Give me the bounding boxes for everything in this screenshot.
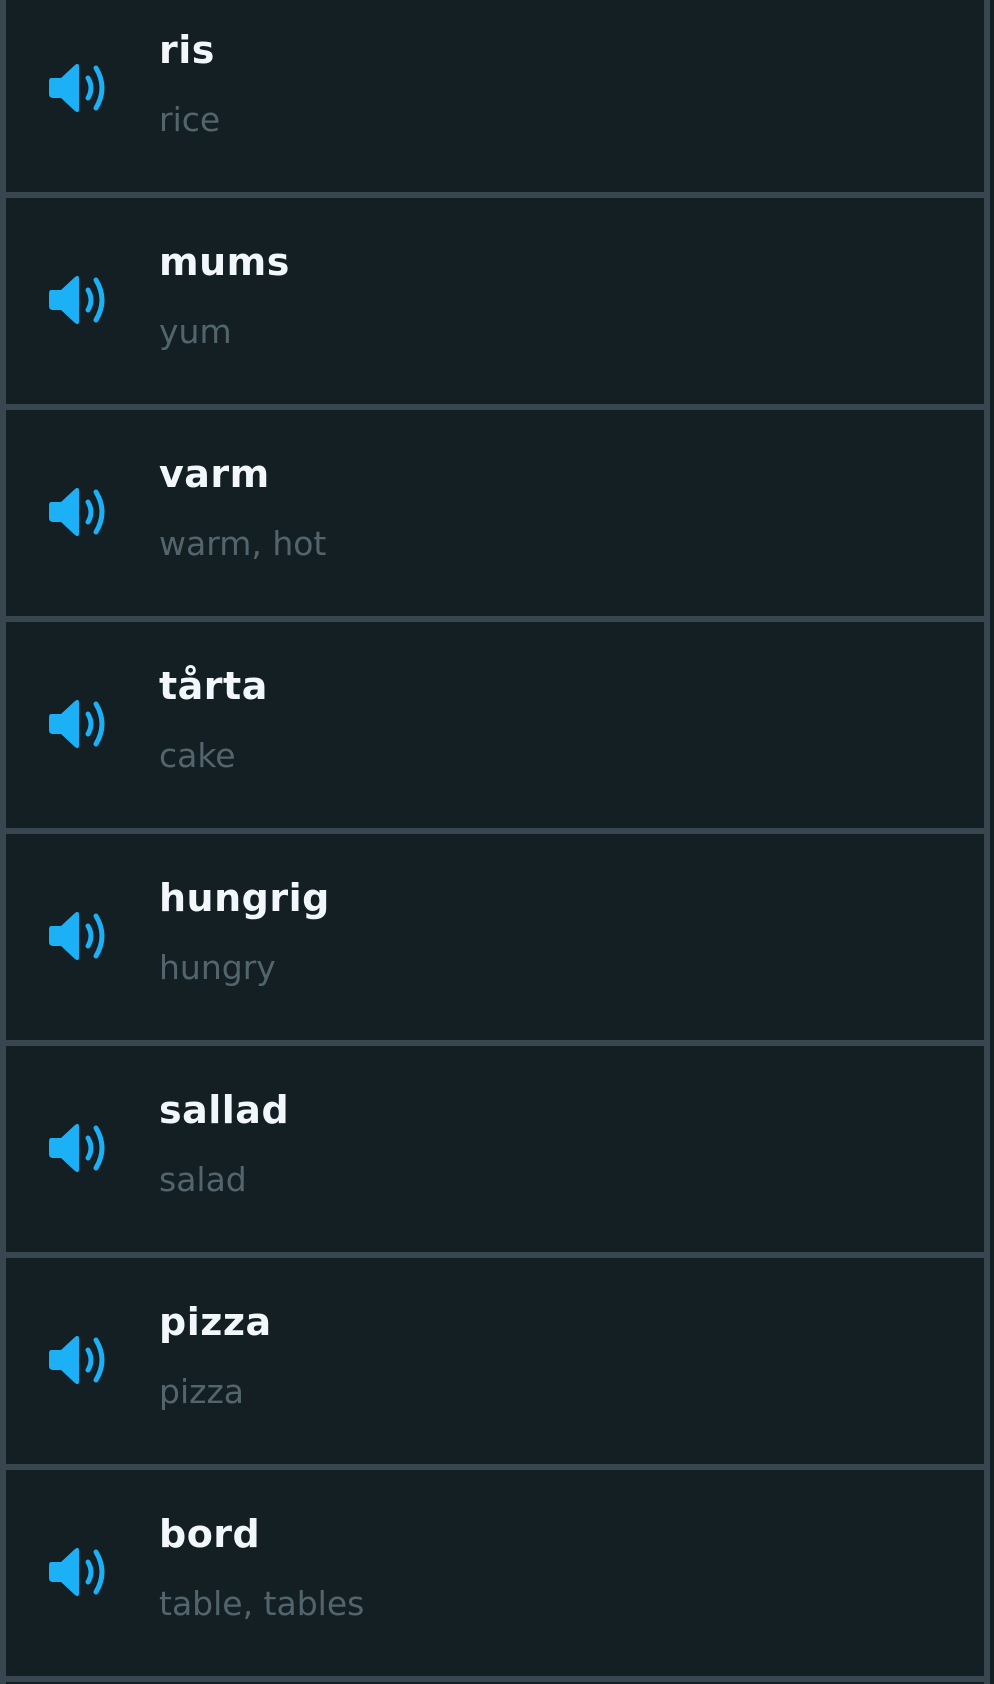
word-text: hungrig	[159, 876, 330, 920]
speaker-icon[interactable]	[45, 56, 115, 120]
translation-text: yum	[159, 312, 232, 351]
vocabulary-item[interactable]: ris rice	[6, 0, 984, 198]
word-text: varm	[159, 452, 270, 496]
speaker-icon[interactable]	[45, 268, 115, 332]
vocabulary-item[interactable]: bord table, tables	[6, 1470, 984, 1682]
speaker-icon[interactable]	[45, 1540, 115, 1604]
translation-text: salad	[159, 1160, 247, 1199]
translation-text: rice	[159, 100, 221, 139]
speaker-icon[interactable]	[45, 480, 115, 544]
speaker-icon[interactable]	[45, 1116, 115, 1180]
word-text: pizza	[159, 1300, 272, 1344]
vocabulary-item[interactable]: varm warm, hot	[6, 410, 984, 622]
word-text: bord	[159, 1512, 261, 1556]
word-text: sallad	[159, 1088, 290, 1132]
translation-text: table, tables	[159, 1584, 365, 1623]
speaker-icon[interactable]	[45, 692, 115, 756]
translation-text: warm, hot	[159, 524, 327, 563]
translation-text: hungry	[159, 948, 276, 987]
vocabulary-item[interactable]: tårta cake	[6, 622, 984, 834]
vocabulary-item[interactable]: hungrig hungry	[6, 834, 984, 1046]
translation-text: pizza	[159, 1372, 244, 1411]
word-text: ris	[159, 28, 215, 72]
vocabulary-item[interactable]: mums yum	[6, 198, 984, 410]
vocabulary-list: ris rice mums yum varm warm, hot tårta c…	[0, 0, 990, 1684]
speaker-icon[interactable]	[45, 1328, 115, 1392]
speaker-icon[interactable]	[45, 904, 115, 968]
vocabulary-item[interactable]: sallad salad	[6, 1046, 984, 1258]
vocabulary-item[interactable]: pizza pizza	[6, 1258, 984, 1470]
word-text: mums	[159, 240, 290, 284]
word-text: tårta	[159, 664, 268, 708]
translation-text: cake	[159, 736, 236, 775]
